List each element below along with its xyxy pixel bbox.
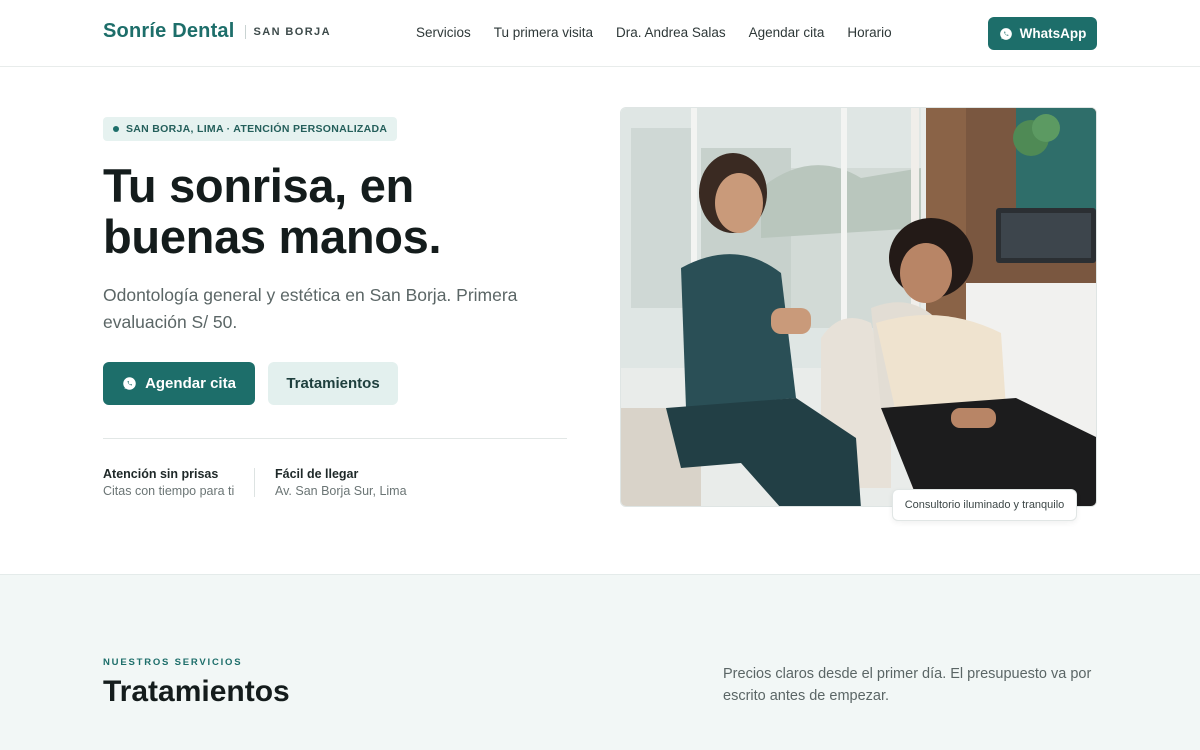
photo-caption: Consultorio iluminado y tranquilo <box>892 489 1077 521</box>
brand-separator <box>244 24 246 39</box>
nav-link-servicios[interactable]: Servicios <box>416 25 471 40</box>
services-title: Tratamientos <box>103 675 290 708</box>
badge-dot <box>113 126 119 132</box>
feature-title: Fácil de llegar <box>275 467 359 481</box>
whatsapp-button[interactable]: WhatsApp <box>988 17 1097 50</box>
hero-title: Tu sonrisa, en buenas manos. <box>103 159 442 263</box>
whatsapp-icon <box>999 27 1012 40</box>
whatsapp-icon <box>123 377 136 390</box>
main-nav: Servicios Tu primera visita Dra. Andrea … <box>416 25 915 40</box>
site-header: Sonríe Dental SAN BORJA Servicios Tu pri… <box>0 0 1200 67</box>
nav-link-agendar-cita[interactable]: Agendar cita <box>749 25 825 40</box>
feature-no-rush: Atención sin prisas Citas con tiempo par… <box>103 467 234 498</box>
book-appointment-label: Agendar cita <box>145 375 236 392</box>
feature-location: Fácil de llegar Av. San Borja Sur, Lima <box>275 467 407 498</box>
services-section: NUESTROS SERVICIOS Tratamientos Precios … <box>0 574 1200 750</box>
whatsapp-button-label: WhatsApp <box>1019 26 1087 41</box>
location-badge: SAN BORJA, LIMA · ATENCIÓN PERSONALIZADA <box>103 117 398 141</box>
nav-link-primera-visita[interactable]: Tu primera visita <box>494 25 593 40</box>
hero-divider <box>103 438 567 439</box>
nav-link-doctora[interactable]: Dra. Andrea Salas <box>616 25 726 40</box>
services-description: Precios claros desde el primer día. El p… <box>723 666 1092 704</box>
treatments-button[interactable]: Tratamientos <box>268 362 398 405</box>
clinic-photo-illustration <box>621 108 1096 506</box>
brand-location: SAN BORJA <box>253 25 331 38</box>
clinic-photo <box>620 107 1097 507</box>
feature-title: Atención sin prisas <box>103 467 219 481</box>
hero-subtitle: Odontología general y estética en San Bo… <box>103 285 518 332</box>
book-appointment-button[interactable]: Agendar cita <box>103 362 255 405</box>
brand-name: Sonríe Dental <box>103 20 235 42</box>
feature-desc: Citas con tiempo para ti <box>103 484 235 498</box>
nav-link-horario[interactable]: Horario <box>847 25 891 40</box>
feature-desc: Av. San Borja Sur, Lima <box>275 484 407 498</box>
treatments-button-label: Tratamientos <box>286 375 380 392</box>
services-eyebrow: NUESTROS SERVICIOS <box>103 657 243 668</box>
badge-text: SAN BORJA, LIMA · ATENCIÓN PERSONALIZADA <box>126 123 388 135</box>
feature-separator <box>254 468 255 497</box>
brand-logo[interactable]: Sonríe Dental SAN BORJA <box>103 20 331 43</box>
